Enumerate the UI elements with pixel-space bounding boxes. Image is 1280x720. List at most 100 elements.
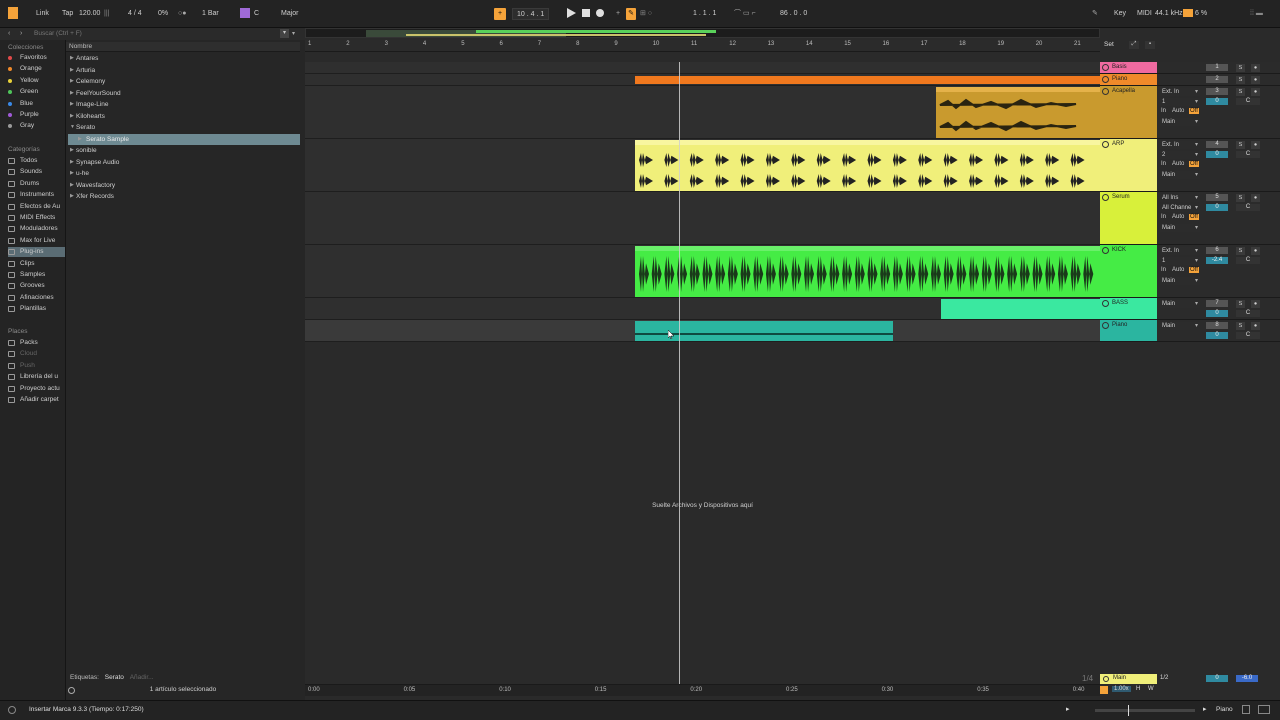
place-packs[interactable]: Packs xyxy=(8,338,65,348)
clip-kick[interactable] xyxy=(635,246,1100,297)
input-type-dropdown[interactable]: Ext. In xyxy=(1160,247,1200,255)
master-track-header[interactable]: Main xyxy=(1100,674,1157,684)
track-number[interactable]: 3 xyxy=(1206,88,1228,95)
track-header-kick-5[interactable]: KICK Ext. In 1 In Auto Off Main 6 S ● -2.4 C xyxy=(1100,245,1280,298)
view-toggle-icon[interactable] xyxy=(1258,705,1270,714)
category-sounds[interactable]: Sounds xyxy=(8,167,65,177)
browser-item-image-line[interactable]: ▶ Image-Line xyxy=(68,99,300,110)
play-icon[interactable] xyxy=(567,8,576,20)
search-input[interactable]: Buscar (Ctrl + F) xyxy=(34,30,82,37)
collection-orange[interactable]: Orange xyxy=(8,64,65,74)
info-icon[interactable] xyxy=(8,706,16,714)
input-channel-dropdown[interactable]: 2 xyxy=(1160,151,1200,159)
drop-zone-message[interactable]: Suelte Archivos y Dispositivos aquí xyxy=(305,502,1100,509)
time-ruler[interactable]: 0:00 0:05 0:10 0:15 0:20 0:25 0:30 0:35 0:40 xyxy=(305,684,1100,696)
monitor-off[interactable]: Off xyxy=(1189,214,1199,220)
solo-button[interactable]: S xyxy=(1236,141,1245,149)
track-title-bar[interactable]: BASS xyxy=(1100,298,1157,319)
browser-item-arturia[interactable]: ▶ Arturia xyxy=(68,65,300,76)
solo-button[interactable]: S xyxy=(1236,88,1245,96)
track-activator-icon[interactable] xyxy=(1102,322,1109,329)
track-title-bar[interactable]: Serum xyxy=(1100,192,1157,244)
tag-add[interactable]: Añadir... xyxy=(130,674,154,681)
midi-map-button[interactable]: MIDI xyxy=(1137,8,1152,20)
category-drums[interactable]: Drums xyxy=(8,179,65,189)
expand-arrow-icon[interactable]: ▶ xyxy=(70,53,74,64)
place-proyecto-actu[interactable]: Proyecto actu xyxy=(8,384,65,394)
track-header-acapella-2[interactable]: Acapella Ext. In 1 In Auto Off Main 3 S ● 0 C xyxy=(1100,86,1280,139)
stop-icon[interactable] xyxy=(582,9,590,17)
expand-icon[interactable]: ⤢ xyxy=(1129,41,1139,49)
solo-button[interactable]: S xyxy=(1236,194,1245,202)
input-type-dropdown[interactable]: All Ins xyxy=(1160,194,1200,202)
back-icon[interactable]: ‹ xyxy=(8,30,10,37)
category-plug-ins[interactable]: Plug-ins xyxy=(8,247,65,258)
monitor-in[interactable]: In xyxy=(1161,108,1166,114)
input-type-dropdown[interactable]: Main xyxy=(1160,300,1200,308)
arm-icon[interactable]: ● xyxy=(1251,88,1260,96)
browser-item-feelyoursound[interactable]: ▶ FeelYourSound xyxy=(68,88,300,99)
input-channel-dropdown[interactable]: All Channe xyxy=(1160,204,1200,212)
zoom-handle[interactable] xyxy=(1128,705,1129,716)
volume-field[interactable]: 0 xyxy=(1206,151,1228,158)
track-activator-icon[interactable] xyxy=(1102,88,1109,95)
monitor-auto[interactable]: Auto xyxy=(1172,161,1184,167)
track-header-arp-3[interactable]: ARP Ext. In 2 In Auto Off Main 4 S ● 0 C xyxy=(1100,139,1280,192)
category-max-for-live[interactable]: Max for Live xyxy=(8,236,65,246)
scale-dropdown[interactable]: Major xyxy=(281,8,299,20)
volume-field[interactable]: -2.4 xyxy=(1206,257,1228,264)
input-channel-dropdown[interactable]: 1 xyxy=(1160,98,1200,106)
pan-field[interactable]: C xyxy=(1236,310,1260,317)
track-number[interactable]: 7 xyxy=(1206,300,1228,307)
loop-length-field[interactable]: 86 . 0 . 0 xyxy=(780,8,807,20)
tempo-multiplier[interactable]: 1.00x xyxy=(1112,686,1131,692)
category-afinaciones[interactable]: Afinaciones xyxy=(8,293,65,303)
expand-arrow-icon[interactable]: ▶ xyxy=(70,157,74,168)
clip-acapella[interactable] xyxy=(936,87,1100,138)
master-power-icon[interactable] xyxy=(1103,676,1109,682)
arm-icon[interactable]: ● xyxy=(1251,76,1260,84)
capture-icon[interactable]: ⊞ ○ xyxy=(640,8,652,20)
output-dropdown[interactable]: Main xyxy=(1160,118,1200,126)
output-dropdown[interactable]: Main xyxy=(1160,224,1200,232)
browser-item-synapse-audio[interactable]: ▶ Synapse Audio xyxy=(68,157,300,168)
pan-field[interactable]: C xyxy=(1236,257,1260,264)
arm-icon[interactable]: ● xyxy=(1251,64,1260,72)
track-activator-icon[interactable] xyxy=(1102,300,1109,307)
automation-arm-icon[interactable]: ✎ xyxy=(626,8,636,20)
nudge-icon[interactable]: ||| xyxy=(104,8,109,20)
volume-field[interactable]: 0 xyxy=(1206,332,1228,339)
clip-bass[interactable] xyxy=(941,299,1100,319)
pan-field[interactable]: C xyxy=(1236,332,1260,339)
detail-view-icon[interactable] xyxy=(1242,705,1250,714)
solo-button[interactable]: S xyxy=(1236,64,1245,72)
track-title-bar[interactable]: ARP xyxy=(1100,139,1157,191)
h-button[interactable]: H xyxy=(1136,686,1140,692)
track-number[interactable]: 1 xyxy=(1206,64,1228,71)
forward-icon[interactable]: › xyxy=(20,30,22,37)
category-clips[interactable]: Clips xyxy=(8,259,65,269)
link-button[interactable]: Link xyxy=(36,8,49,20)
expand-arrow-icon[interactable]: ▶ xyxy=(70,88,74,99)
lane-bass[interactable] xyxy=(305,298,1100,320)
browser-item-xfer-records[interactable]: ▶ Xfer Records xyxy=(68,191,300,202)
output-dropdown[interactable]: Main xyxy=(1160,277,1200,285)
monitor-off[interactable]: Off xyxy=(1189,161,1199,167)
play-small-icon[interactable]: ▸ xyxy=(1066,705,1070,713)
arrangement-overview[interactable] xyxy=(305,28,1100,38)
name-column-header[interactable]: Nombre xyxy=(66,42,300,52)
expand-arrow-icon[interactable]: ▶ xyxy=(70,168,74,179)
track-number[interactable]: 2 xyxy=(1206,76,1228,83)
arm-icon[interactable]: ● xyxy=(1251,247,1260,255)
category-moduladores[interactable]: Moduladores xyxy=(8,224,65,234)
arm-icon[interactable]: ● xyxy=(1251,194,1260,202)
track-number[interactable]: 6 xyxy=(1206,247,1228,254)
track-title-bar[interactable]: Piano xyxy=(1100,74,1157,85)
track-title-bar[interactable]: KICK xyxy=(1100,245,1157,297)
category-plantillas[interactable]: Plantillas xyxy=(8,304,65,314)
lane-piano-2[interactable] xyxy=(305,320,1100,342)
expand-arrow-icon[interactable]: ▶ xyxy=(70,76,74,87)
track-title-bar[interactable]: Piano xyxy=(1100,320,1157,341)
collection-green[interactable]: Green xyxy=(8,87,65,97)
track-header-piano-7[interactable]: Piano Main 8 S ● 0 C xyxy=(1100,320,1280,342)
